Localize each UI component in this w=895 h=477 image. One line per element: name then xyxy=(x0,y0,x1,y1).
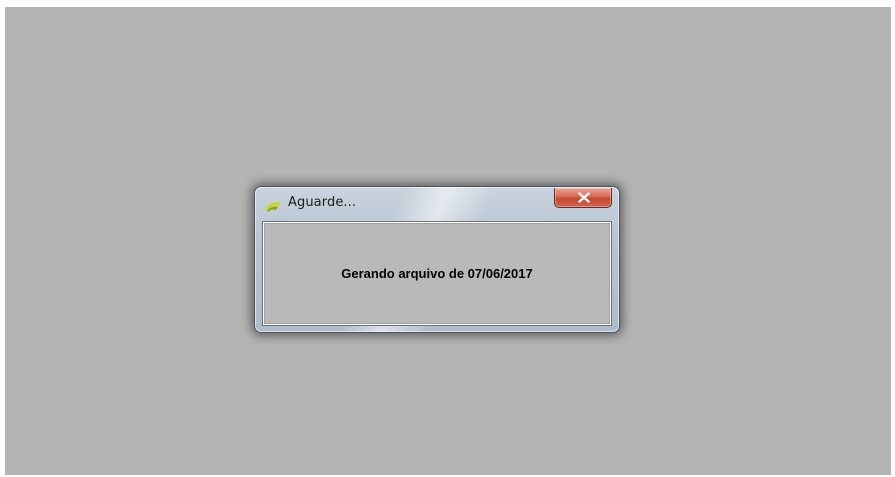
close-icon xyxy=(578,192,590,203)
title-bar[interactable]: Aguarde... xyxy=(255,187,619,219)
progress-dialog: Aguarde... Gerando arquivo de 07/06/2017 xyxy=(254,186,620,333)
close-button[interactable] xyxy=(554,188,612,208)
window-title: Aguarde... xyxy=(288,195,357,210)
app-icon xyxy=(263,198,283,212)
dialog-content: Gerando arquivo de 07/06/2017 xyxy=(262,221,612,326)
desktop-background: Aguarde... Gerando arquivo de 07/06/2017 xyxy=(5,7,891,475)
status-message: Gerando arquivo de 07/06/2017 xyxy=(341,266,533,281)
